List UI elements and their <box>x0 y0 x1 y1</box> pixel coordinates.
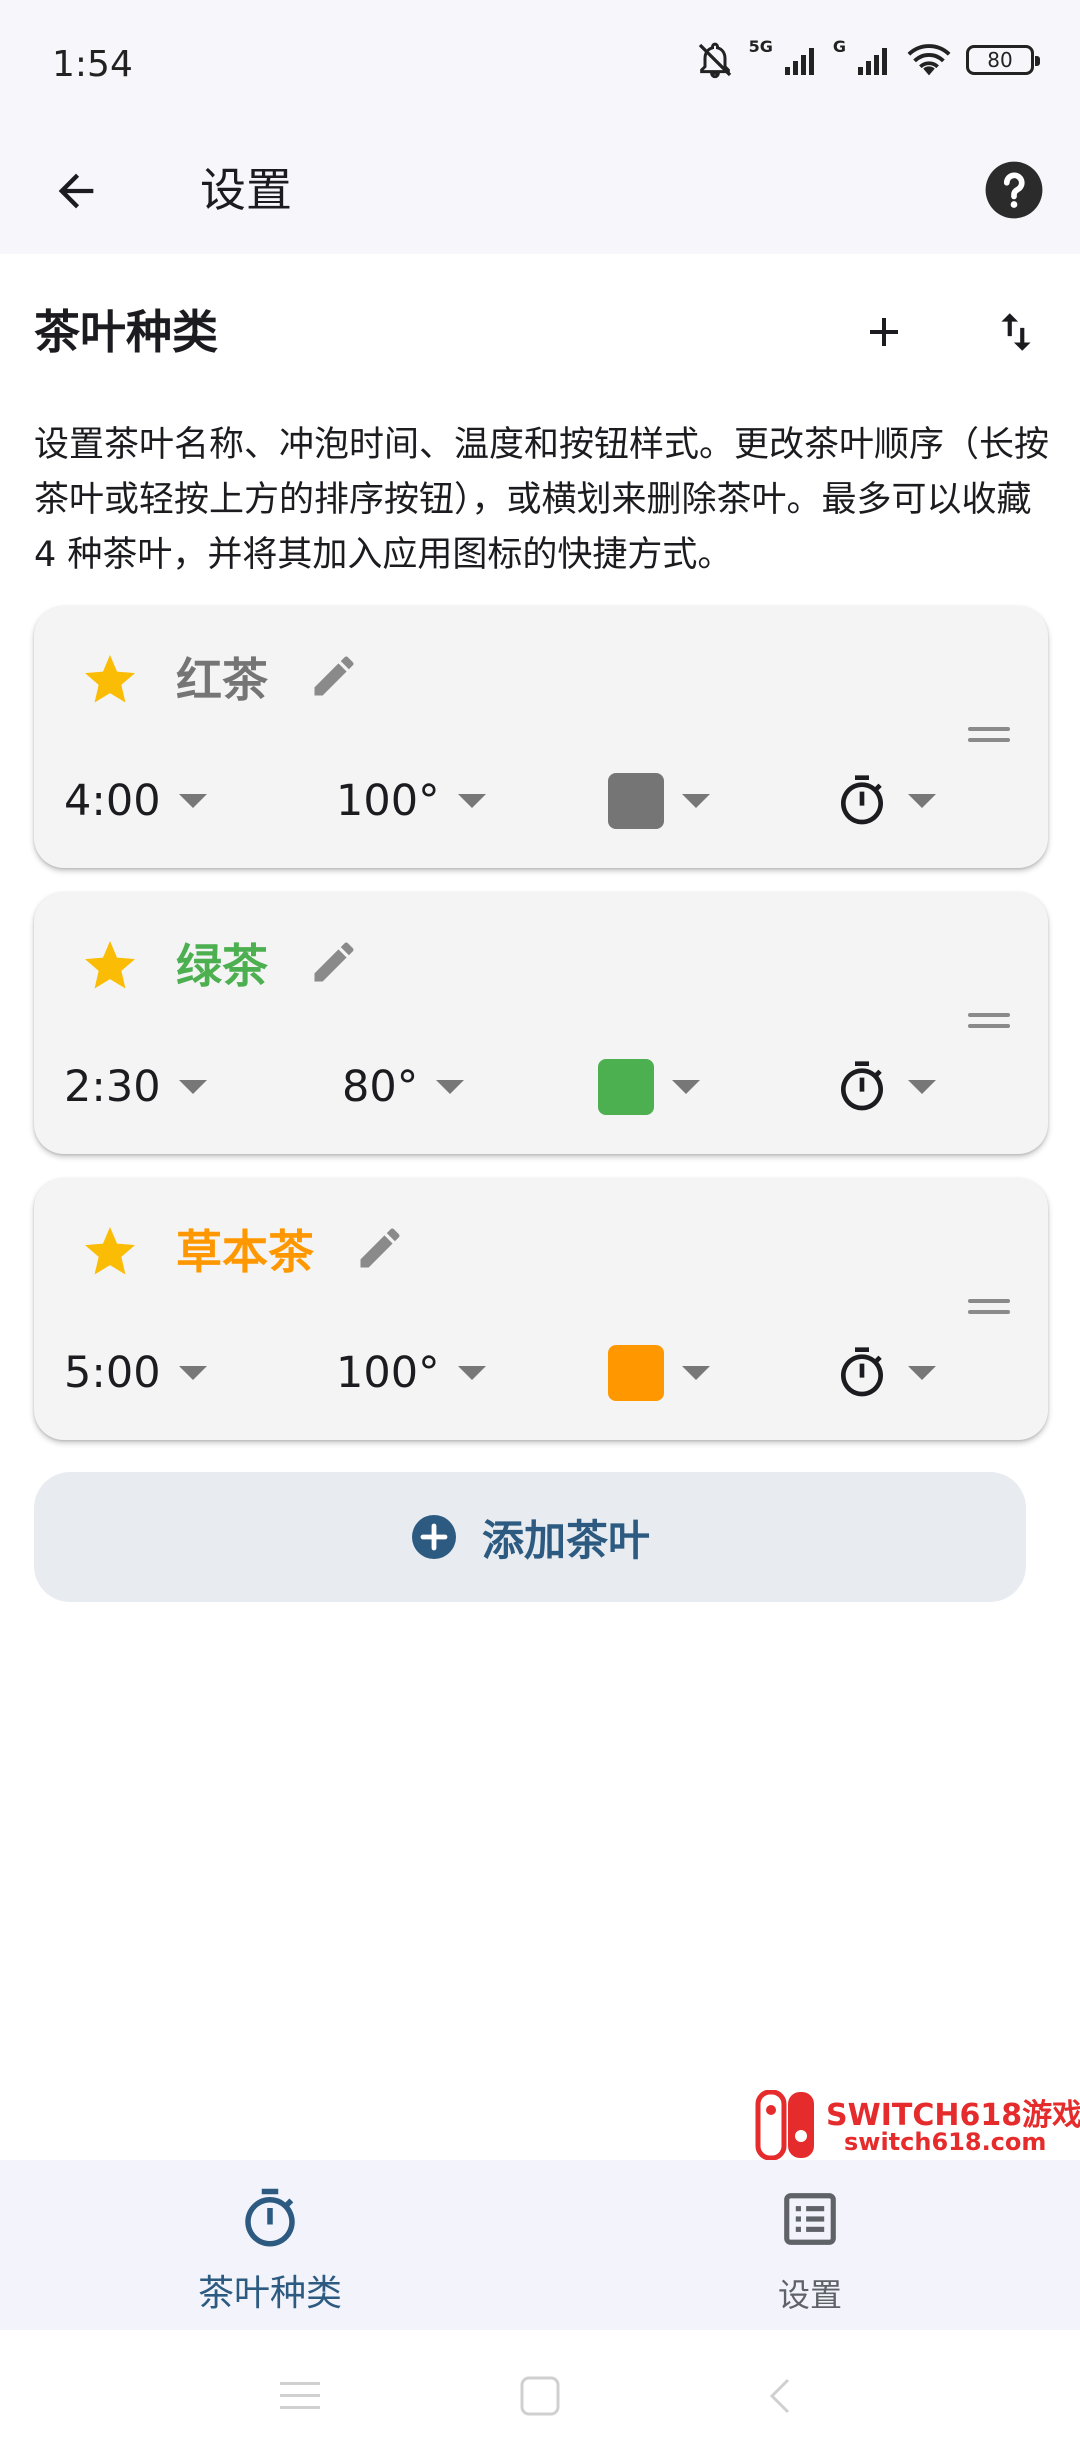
wifi-icon <box>907 44 951 76</box>
tea-name-label: 草本茶 <box>176 1225 314 1279</box>
chevron-down-icon <box>178 794 207 808</box>
drag-handle-icon[interactable] <box>968 1296 1010 1318</box>
pencil-icon[interactable] <box>308 650 360 702</box>
nav-icon-wrap <box>775 2184 845 2254</box>
tea-name[interactable]: 草本茶 <box>176 1222 406 1282</box>
nav-label: 设置 <box>777 2276 842 2314</box>
chevron-down-icon <box>672 1080 700 1094</box>
brew-time-value: 4:00 <box>64 776 161 826</box>
signal-icon <box>858 48 887 75</box>
status-icons: 5G G 80 <box>695 36 1040 80</box>
bottom-nav: 茶叶种类 设置 <box>0 2160 1080 2330</box>
status-time: 1:54 <box>52 44 133 85</box>
help-icon <box>985 161 1043 219</box>
tea-name-label: 绿茶 <box>176 939 268 993</box>
nav-icon-wrap <box>235 2184 305 2254</box>
screen: 1:54 5G G 80 设置 茶叶种类 设置茶叶名称、冲泡时间、温度和按钮样式… <box>0 0 1080 2460</box>
tea-card-green[interactable]: 绿茶 2:30 80° <box>34 892 1048 1154</box>
brew-time-dropdown[interactable]: 4:00 <box>64 766 207 836</box>
nav-item-settings[interactable]: 设置 <box>540 2160 1080 2330</box>
bell-off-icon <box>698 42 731 79</box>
chevron-down-icon <box>457 794 486 808</box>
nav-item-tea-types[interactable]: 茶叶种类 <box>0 2160 540 2330</box>
battery-indicator: 80 <box>966 45 1040 75</box>
temperature-dropdown[interactable]: 100° <box>336 766 486 836</box>
chevron-down-icon <box>908 1366 936 1380</box>
tea-name-label: 红茶 <box>176 653 268 707</box>
timer-icon <box>245 2188 295 2247</box>
chevron-down-icon <box>682 1366 710 1380</box>
temperature-dropdown[interactable]: 80° <box>342 1052 465 1122</box>
brew-time-dropdown[interactable]: 2:30 <box>64 1052 207 1122</box>
tea-card-herbal[interactable]: 草本茶 5:00 100° <box>34 1178 1048 1440</box>
pencil-icon[interactable] <box>308 936 360 988</box>
timer-style-dropdown[interactable] <box>834 1338 936 1408</box>
color-swatch <box>608 1345 664 1401</box>
pencil-icon[interactable] <box>354 1222 406 1274</box>
menu-icon <box>280 2382 320 2409</box>
stopwatch-icon <box>841 775 883 825</box>
brew-time-dropdown[interactable]: 5:00 <box>64 1338 207 1408</box>
brew-time-value: 5:00 <box>64 1348 161 1398</box>
timer-style-dropdown[interactable] <box>834 1052 936 1122</box>
square-icon <box>520 2376 560 2416</box>
system-menu-button[interactable] <box>264 2360 336 2432</box>
temperature-value: 80° <box>342 1062 419 1112</box>
temperature-dropdown[interactable]: 100° <box>336 1338 486 1408</box>
chevron-down-icon <box>682 794 710 808</box>
switch-logo-icon <box>755 2090 814 2160</box>
stopwatch-icon <box>841 1347 883 1397</box>
star-icon[interactable] <box>80 936 140 996</box>
tea-name[interactable]: 绿茶 <box>176 936 360 996</box>
chevron-down-icon <box>178 1366 207 1380</box>
arrow-back-icon <box>58 173 94 209</box>
color-dropdown[interactable] <box>608 1338 710 1408</box>
chevron-down-icon <box>436 1080 465 1094</box>
section-description: 设置茶叶名称、冲泡时间、温度和按钮样式。更改茶叶顺序（长按茶叶或轻按上方的排序按… <box>34 425 1050 575</box>
chevron-left-icon <box>769 2378 790 2414</box>
watermark-url: switch618.com <box>844 2128 1047 2156</box>
temperature-value: 100° <box>336 1348 440 1398</box>
add-button[interactable] <box>846 294 922 370</box>
timer-style-dropdown[interactable] <box>834 766 936 836</box>
add-tea-label: 添加茶叶 <box>481 1515 650 1565</box>
color-dropdown[interactable] <box>598 1052 700 1122</box>
star-icon[interactable] <box>80 650 140 710</box>
plus-icon <box>870 318 898 346</box>
chevron-down-icon <box>908 1080 936 1094</box>
page-title: 设置 <box>200 163 292 217</box>
back-button[interactable] <box>40 155 112 227</box>
network-label-2: G <box>832 36 846 56</box>
system-back-button[interactable] <box>744 2360 816 2432</box>
chevron-down-icon <box>908 794 936 808</box>
temperature-value: 100° <box>336 776 440 826</box>
stopwatch-icon <box>841 1061 883 1111</box>
help-button[interactable] <box>974 150 1054 230</box>
drag-handle-icon[interactable] <box>968 1010 1010 1032</box>
star-icon[interactable] <box>80 1222 140 1282</box>
chevron-down-icon <box>178 1080 207 1094</box>
tea-name[interactable]: 红茶 <box>176 650 360 710</box>
nav-label: 茶叶种类 <box>197 2273 342 2314</box>
color-swatch <box>598 1059 654 1115</box>
app-bar: 设置 <box>0 128 1080 254</box>
signal-icon <box>784 48 814 75</box>
swap-vert-icon <box>1001 313 1031 351</box>
add-tea-button[interactable]: 添加茶叶 <box>34 1472 1026 1602</box>
system-nav <box>0 2330 1080 2460</box>
brew-time-value: 2:30 <box>64 1062 161 1112</box>
drag-handle-icon[interactable] <box>968 724 1010 746</box>
add-circle-icon <box>411 1515 456 1559</box>
color-dropdown[interactable] <box>608 766 710 836</box>
system-home-button[interactable] <box>504 2360 576 2432</box>
list-icon <box>784 2193 836 2245</box>
tea-card-black[interactable]: 红茶 4:00 100° <box>34 606 1048 868</box>
watermark-logo: SWITCH618游戏 switch618.com <box>754 2088 1080 2162</box>
section-title: 茶叶种类 <box>34 305 218 359</box>
network-label-1: 5G <box>748 36 773 56</box>
color-swatch <box>608 773 664 829</box>
chevron-down-icon <box>457 1366 486 1380</box>
sort-button[interactable] <box>978 294 1054 370</box>
status-bar: 1:54 5G G 80 <box>0 0 1080 128</box>
